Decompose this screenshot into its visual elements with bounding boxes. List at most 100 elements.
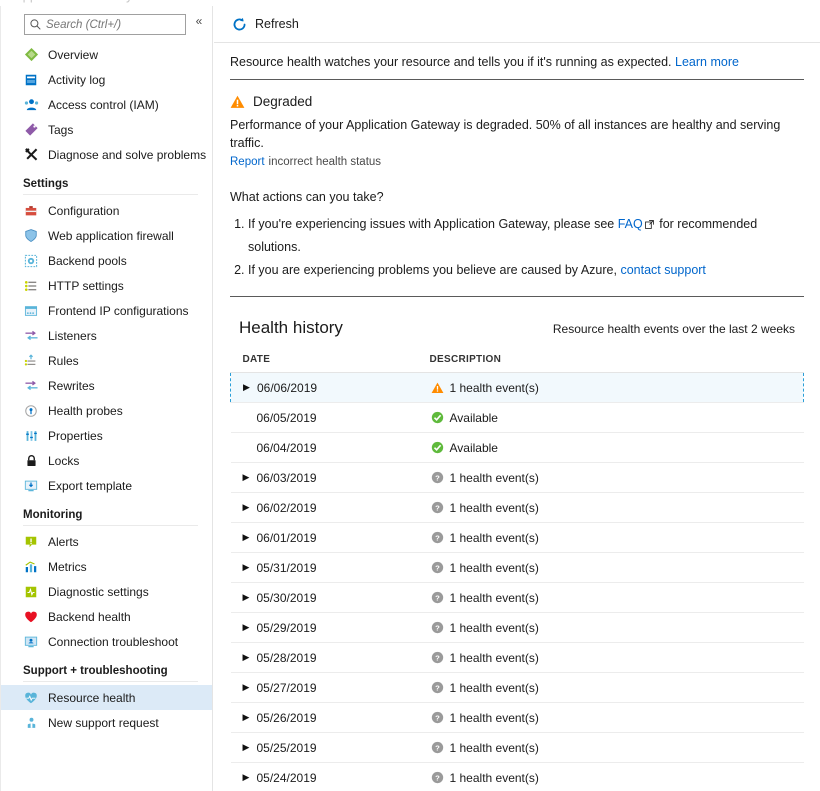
available-check-icon: [431, 411, 444, 424]
blade-content: Refresh Resource health watches your res…: [214, 6, 820, 791]
learn-more-link[interactable]: Learn more: [675, 55, 739, 69]
table-row[interactable]: ▶06/06/20191 health event(s): [231, 373, 804, 403]
row-description: 1 health event(s): [450, 771, 539, 785]
sidebar-item-listeners[interactable]: Listeners: [1, 323, 212, 348]
sidebar-item-frontend-ip-configurations[interactable]: Frontend IP configurations: [1, 298, 212, 323]
row-description: 1 health event(s): [450, 681, 539, 695]
report-link[interactable]: Report: [230, 156, 265, 168]
support-request-icon: [23, 715, 39, 731]
expand-row-caret-icon[interactable]: ▶: [243, 623, 254, 632]
table-row[interactable]: ▶05/30/2019?1 health event(s): [231, 583, 804, 613]
unknown-status-icon: ?: [431, 651, 444, 664]
table-row[interactable]: ▶05/28/2019?1 health event(s): [231, 643, 804, 673]
expand-row-caret-icon[interactable]: ▶: [243, 533, 254, 542]
sidebar-item-http-settings[interactable]: HTTP settings: [1, 273, 212, 298]
sidebar-item-tags[interactable]: Tags: [1, 117, 212, 142]
sidebar-item-export-template[interactable]: Export template: [1, 473, 212, 498]
unknown-status-icon: ?: [431, 621, 444, 634]
svg-text:?: ?: [435, 503, 440, 512]
table-row[interactable]: ▶06/01/2019?1 health event(s): [231, 523, 804, 553]
http-settings-icon: [23, 278, 39, 294]
collapse-sidebar-button[interactable]: «: [191, 13, 207, 29]
row-description: 1 health event(s): [450, 381, 539, 395]
expand-row-caret-icon[interactable]: ▶: [243, 683, 254, 692]
cell-description: ?1 health event(s): [427, 643, 804, 673]
sidebar-item-overview[interactable]: Overview: [1, 42, 212, 67]
table-row[interactable]: ▶05/24/2019?1 health event(s): [231, 763, 804, 791]
contact-support-link[interactable]: contact support: [620, 263, 705, 277]
sidebar-item-rewrites[interactable]: Rewrites: [1, 373, 212, 398]
column-header-description[interactable]: DESCRIPTION: [427, 354, 804, 373]
sidebar-item-metrics[interactable]: Metrics: [1, 554, 212, 579]
expand-row-caret-icon[interactable]: ▶: [243, 503, 254, 512]
sidebar-item-properties[interactable]: Properties: [1, 423, 212, 448]
status-header: Degraded: [230, 94, 804, 109]
row-description: Available: [450, 411, 498, 425]
sidebar-item-rules[interactable]: Rules: [1, 348, 212, 373]
cell-date: ▶05/25/2019: [231, 733, 427, 763]
cell-date: ▶06/01/2019: [231, 523, 427, 553]
expand-row-caret-icon[interactable]: ▶: [243, 473, 254, 482]
cell-date: ▶06/02/2019: [231, 493, 427, 523]
sidebar-item-diagnostic-settings[interactable]: Diagnostic settings: [1, 579, 212, 604]
table-row[interactable]: ▶05/27/2019?1 health event(s): [231, 673, 804, 703]
table-row[interactable]: ▶06/04/2019Available: [231, 433, 804, 463]
unknown-status-icon: ?: [431, 471, 444, 484]
sidebar-item-label: Activity log: [48, 73, 105, 87]
expand-row-caret-icon[interactable]: ▶: [243, 563, 254, 572]
warning-icon: [431, 382, 444, 394]
sidebar-item-locks[interactable]: Locks: [1, 448, 212, 473]
expand-row-caret-icon[interactable]: ▶: [243, 383, 254, 392]
sidebar-item-diagnose-and-solve-problems[interactable]: Diagnose and solve problems: [1, 142, 212, 167]
sidebar-item-access-control[interactable]: Access control (IAM): [1, 92, 212, 117]
unknown-status-icon: ?: [431, 561, 444, 574]
sidebar-item-health-probes[interactable]: Health probes: [1, 398, 212, 423]
action-item: If you're experiencing issues with Appli…: [248, 213, 804, 259]
sidebar-primary-items: Overview Activity log: [1, 42, 212, 167]
expand-row-caret-icon[interactable]: ▶: [243, 653, 254, 662]
expand-row-caret-icon[interactable]: ▶: [243, 773, 254, 782]
svg-text:?: ?: [435, 743, 440, 752]
sidebar-group-title: Monitoring: [23, 509, 198, 525]
column-header-date[interactable]: DATE: [231, 354, 427, 373]
table-row[interactable]: ▶05/25/2019?1 health event(s): [231, 733, 804, 763]
sidebar-item-label: Backend health: [48, 610, 131, 624]
cell-date: ▶06/05/2019: [231, 403, 427, 433]
table-row[interactable]: ▶05/26/2019?1 health event(s): [231, 703, 804, 733]
expand-row-caret-icon[interactable]: ▶: [243, 593, 254, 602]
svg-text:?: ?: [435, 653, 440, 662]
sidebar-item-label: Listeners: [48, 329, 97, 343]
expand-row-caret-icon[interactable]: ▶: [243, 713, 254, 722]
access-control-icon: [23, 97, 39, 113]
table-row[interactable]: ▶05/31/2019?1 health event(s): [231, 553, 804, 583]
table-row[interactable]: ▶05/29/2019?1 health event(s): [231, 613, 804, 643]
refresh-button[interactable]: Refresh: [230, 10, 305, 38]
sidebar-group-monitoring: Monitoring: [1, 509, 212, 526]
action-item: If you are experiencing problems you bel…: [248, 259, 804, 282]
sidebar-item-new-support-request[interactable]: New support request: [1, 710, 212, 735]
table-row[interactable]: ▶06/05/2019 Available: [231, 403, 804, 433]
sidebar-item-connection-troubleshoot[interactable]: Connection troubleshoot: [1, 629, 212, 654]
row-date: 05/24/2019: [257, 771, 317, 785]
sidebar-item-resource-health[interactable]: Resource health: [1, 685, 212, 710]
unknown-status-icon: ?: [431, 681, 444, 694]
table-row[interactable]: ▶06/02/2019?1 health event(s): [231, 493, 804, 523]
sidebar-item-label: Web application firewall: [48, 229, 174, 243]
sidebar-item-backend-health[interactable]: Backend health: [1, 604, 212, 629]
row-date: 05/26/2019: [257, 711, 317, 725]
expand-row-caret-icon[interactable]: ▶: [243, 743, 254, 752]
row-date: 05/29/2019: [257, 621, 317, 635]
row-date: 06/04/2019: [257, 441, 317, 455]
faq-link[interactable]: FAQ: [618, 217, 643, 231]
sidebar-item-activity-log[interactable]: Activity log: [1, 67, 212, 92]
sidebar-item-configuration[interactable]: Configuration: [1, 198, 212, 223]
table-row[interactable]: ▶06/03/2019?1 health event(s): [231, 463, 804, 493]
sidebar-item-label: HTTP settings: [48, 279, 124, 293]
cell-description: ?1 health event(s): [427, 463, 804, 493]
action-prefix: If you're experiencing issues with Appli…: [248, 217, 618, 231]
sidebar-item-backend-pools[interactable]: Backend pools: [1, 248, 212, 273]
sidebar-item-alerts[interactable]: Alerts: [1, 529, 212, 554]
search-input[interactable]: Search (Ctrl+/): [24, 14, 186, 35]
unknown-status-icon: ?: [431, 531, 444, 544]
sidebar-item-web-application-firewall[interactable]: Web application firewall: [1, 223, 212, 248]
